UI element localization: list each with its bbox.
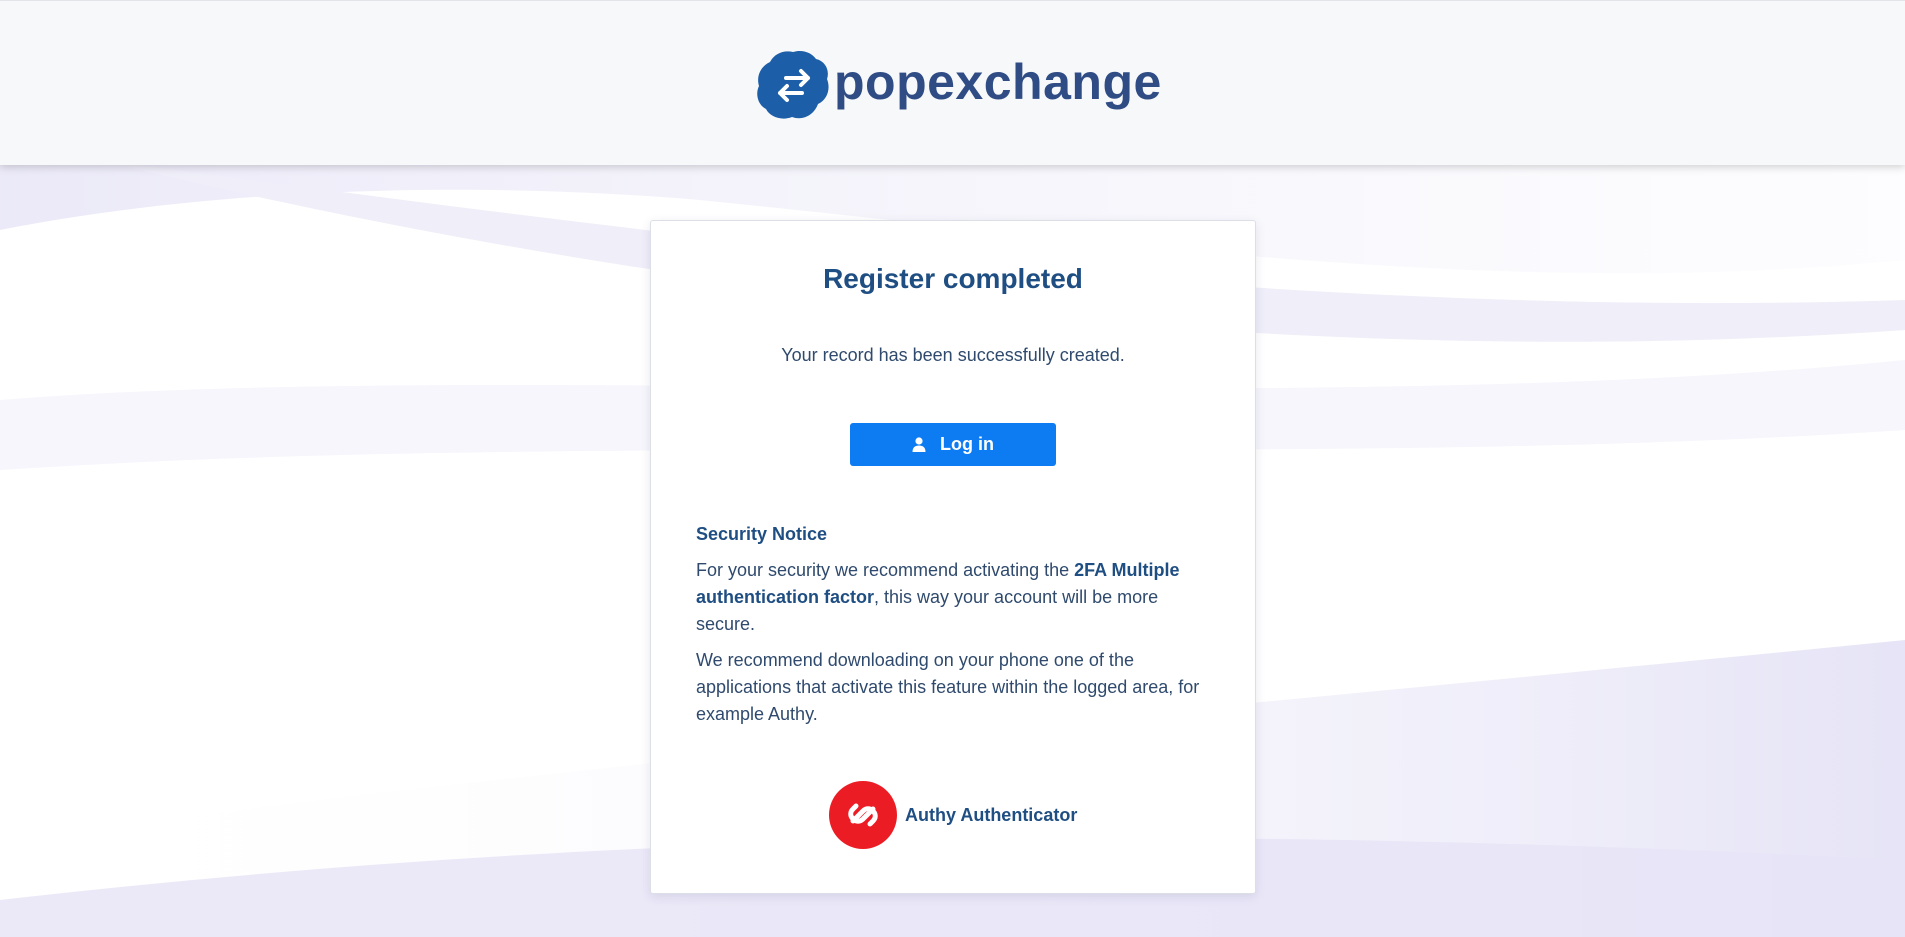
authy-authenticator-link[interactable]: Authy Authenticator xyxy=(829,781,1077,849)
register-completed-card: Register completed Your record has been … xyxy=(650,220,1256,894)
security-notice-title: Security Notice xyxy=(696,524,828,544)
security-notice: Security Notice For your security we rec… xyxy=(696,521,1216,737)
brand-logo[interactable]: popexchange xyxy=(756,49,1162,121)
authy-label: Authy Authenticator xyxy=(905,804,1078,825)
user-icon xyxy=(912,437,926,452)
brand-name: popexchange xyxy=(834,54,1162,110)
success-message: Your record has been successfully create… xyxy=(781,345,1125,365)
login-button-label: Log in xyxy=(940,434,994,454)
security-notice-paragraph-1: For your security we recommend activatin… xyxy=(696,557,1216,638)
exchange-arrows-icon xyxy=(757,50,829,119)
page-title: Register completed xyxy=(823,263,1083,294)
login-button[interactable]: Log in xyxy=(850,423,1056,466)
top-header: popexchange xyxy=(0,0,1905,165)
authy-icon xyxy=(829,781,897,849)
notice-text: For your security we recommend activatin… xyxy=(696,560,1075,580)
security-notice-paragraph-2: We recommend downloading on your phone o… xyxy=(696,650,1200,724)
